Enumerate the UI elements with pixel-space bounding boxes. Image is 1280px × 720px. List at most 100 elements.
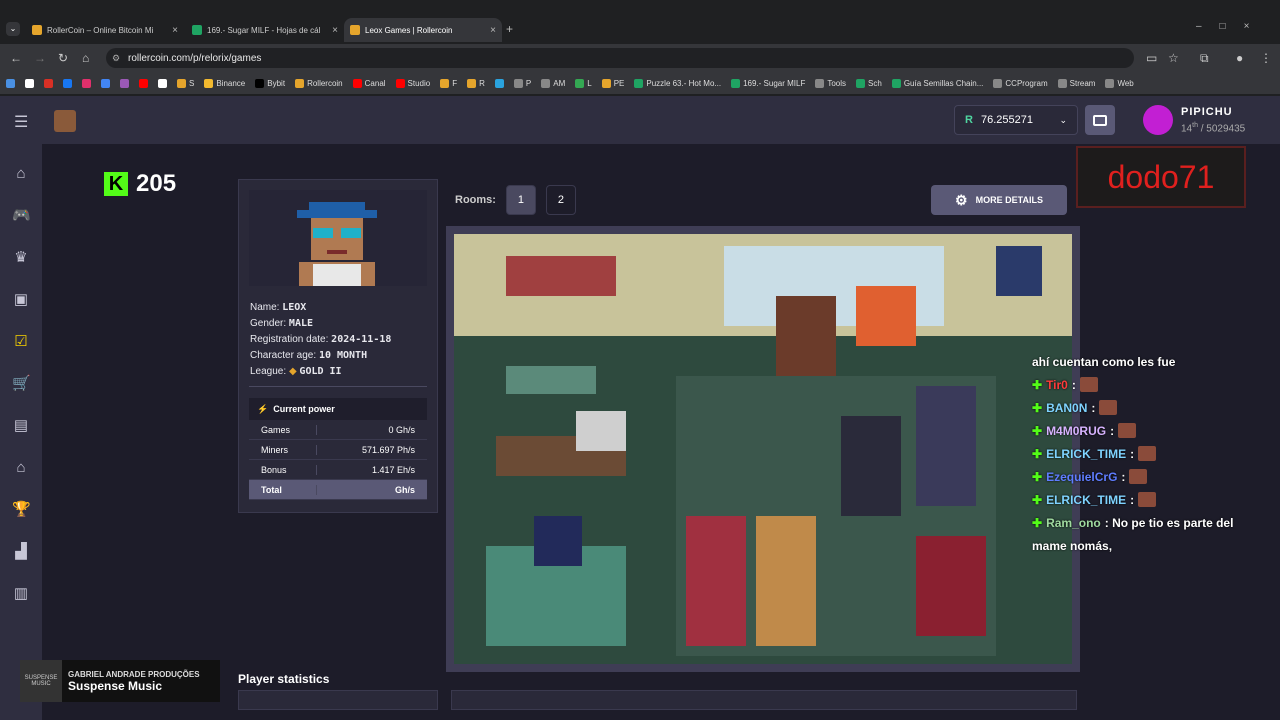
username[interactable]: PIPICHU: [1181, 106, 1233, 118]
balance-selector[interactable]: R 76.255271 ⌄: [954, 105, 1078, 135]
more-details-button[interactable]: ⚙ MORE DETAILS: [931, 185, 1067, 215]
rollercoin-icon: [32, 25, 42, 35]
bookmark-icon: [352, 78, 362, 88]
album-cover: SUSPENSE MUSIC: [20, 660, 62, 702]
news-icon[interactable]: ▥: [12, 586, 30, 602]
bookmark-item[interactable]: [44, 78, 53, 88]
wallet-button[interactable]: [1085, 105, 1115, 135]
bookmark-item[interactable]: PE: [601, 78, 624, 88]
profile-icon[interactable]: ●: [1236, 51, 1243, 65]
bookmark-icon: [1105, 78, 1115, 88]
hamburger-menu-icon[interactable]: ☰: [14, 112, 28, 132]
bookmark-item[interactable]: P: [513, 78, 531, 88]
bookmark-item[interactable]: Web: [1105, 78, 1134, 88]
bookmark-item[interactable]: [63, 78, 72, 88]
room-1-button[interactable]: 1: [505, 185, 536, 215]
reload-icon[interactable]: ↻: [58, 51, 68, 65]
site-info-icon[interactable]: ⚙: [112, 53, 120, 64]
badge-icon: ✚: [1032, 446, 1043, 461]
bookmark-item[interactable]: L: [575, 78, 592, 88]
bookmark-star-icon[interactable]: ☆: [1168, 51, 1179, 65]
close-tab-icon[interactable]: ×: [332, 25, 338, 36]
marketplace-icon[interactable]: ▣: [12, 292, 30, 308]
tab-sheets[interactable]: 169.- Sugar MILF - Hojas de cál ×: [186, 18, 344, 42]
trophy-icon[interactable]: 🏆: [12, 502, 31, 518]
bookmark-item[interactable]: Guía Semillas Chain...: [891, 78, 983, 88]
sidebar: ⌂ 🎮 ♛ ▣ ☑ 🛒 ▤ ⌂ 🏆 ▟ ▥: [0, 144, 42, 720]
tab-search-icon[interactable]: ⌄: [6, 22, 20, 36]
bookmark-item[interactable]: R: [467, 78, 485, 88]
rewards-icon[interactable]: ♛: [12, 250, 30, 266]
rollercoin-logo[interactable]: [54, 110, 76, 132]
bookmark-item[interactable]: [139, 78, 148, 88]
power-row-bonus: Bonus 1.417 Eh/s: [249, 460, 427, 480]
new-tab-button[interactable]: +: [506, 22, 513, 36]
bookmark-item[interactable]: Tools: [815, 78, 846, 88]
bookmark-icon: [1057, 78, 1067, 88]
bookmark-item[interactable]: Binance: [204, 78, 245, 88]
user-avatar[interactable]: [1143, 105, 1173, 135]
home-icon[interactable]: ⌂: [12, 166, 30, 182]
bookmark-item[interactable]: Sch: [856, 78, 882, 88]
close-tab-icon[interactable]: ×: [172, 25, 178, 36]
chat-text: :: [1121, 469, 1126, 484]
bookmark-item[interactable]: [101, 78, 110, 88]
tab-rollercoin[interactable]: RollerCoin – Online Bitcoin Mi ×: [26, 18, 184, 42]
storage-icon[interactable]: ▤: [12, 418, 30, 434]
emote-icon: [1118, 423, 1137, 438]
rlt-currency-icon: R: [965, 114, 973, 126]
games-icon[interactable]: 🎮: [12, 208, 31, 224]
wallet-icon: [1093, 114, 1107, 126]
bookmark-item[interactable]: [120, 78, 129, 88]
factory-icon[interactable]: ▟: [12, 544, 30, 560]
bookmark-item[interactable]: Rollercoin: [295, 78, 343, 88]
address-bar[interactable]: ⚙ rollercoin.com/p/relorix/games: [106, 48, 1134, 68]
bookmark-item[interactable]: S: [177, 78, 194, 88]
bookmark-item[interactable]: Puzzle 63.- Hot Mo...: [634, 78, 721, 88]
bookmark-item[interactable]: Bybit: [255, 78, 285, 88]
bookmark-icon: [295, 78, 305, 88]
bookmark-item[interactable]: CCProgram: [993, 78, 1048, 88]
forward-icon[interactable]: →: [34, 51, 46, 65]
badge-icon: ✚: [1032, 423, 1043, 438]
bookmark-icon: [513, 78, 523, 88]
bookmark-icon: [63, 78, 72, 88]
bookmark-icon: [601, 78, 611, 88]
power-row-miners: Miners 571.697 Ph/s: [249, 440, 427, 460]
menu-icon[interactable]: ⋮: [1260, 51, 1272, 65]
bookmark-item[interactable]: Canal: [352, 78, 386, 88]
bookmark-item[interactable]: [494, 78, 504, 88]
kick-counter: K 205: [104, 170, 176, 198]
mining-room[interactable]: [446, 226, 1080, 672]
bookmark-item[interactable]: [158, 78, 167, 88]
bookmark-item[interactable]: 169.- Sugar MILF: [731, 78, 805, 88]
chat-text: :: [1110, 423, 1115, 438]
bookmark-item[interactable]: AM: [541, 78, 565, 88]
rollercoin-icon: [350, 25, 360, 35]
close-tab-icon[interactable]: ×: [490, 25, 496, 36]
artist-name: GABRIEL ANDRADE PRODUÇÕES: [68, 669, 200, 679]
chat-username: ELRICK_TIME: [1046, 492, 1127, 507]
bookmark-item[interactable]: [6, 78, 15, 88]
tab-leox-games[interactable]: Leox Games | Rollercoin ×: [344, 18, 502, 42]
room-2-button[interactable]: 2: [545, 185, 576, 215]
balance-value: 76.255271: [980, 114, 1033, 126]
window-controls[interactable]: –□×: [1196, 21, 1267, 32]
tasks-icon[interactable]: ☑: [12, 334, 30, 350]
bookmark-item[interactable]: Stream: [1057, 78, 1095, 88]
install-icon[interactable]: ▭: [1146, 51, 1157, 65]
bookmark-item[interactable]: Studio: [395, 78, 430, 88]
chat-message: ahí cuentan como les fue: [1032, 350, 1276, 373]
chat-text: :: [1130, 446, 1135, 461]
shop-icon[interactable]: 🛒: [12, 376, 31, 392]
house-icon[interactable]: ⌂: [12, 460, 30, 476]
bookmark-icon: [44, 78, 53, 88]
extensions-icon[interactable]: ⧉: [1200, 51, 1209, 66]
back-icon[interactable]: ←: [10, 51, 22, 65]
home-icon[interactable]: ⌂: [82, 51, 89, 65]
bookmark-item[interactable]: [25, 78, 34, 88]
bookmark-item[interactable]: F: [440, 78, 457, 88]
browser-chrome: ⌄ RollerCoin – Online Bitcoin Mi × 169.- …: [0, 0, 1280, 96]
bookmark-item[interactable]: [82, 78, 91, 88]
chat-message: ✚ ELRICK_TIME:: [1032, 442, 1276, 465]
